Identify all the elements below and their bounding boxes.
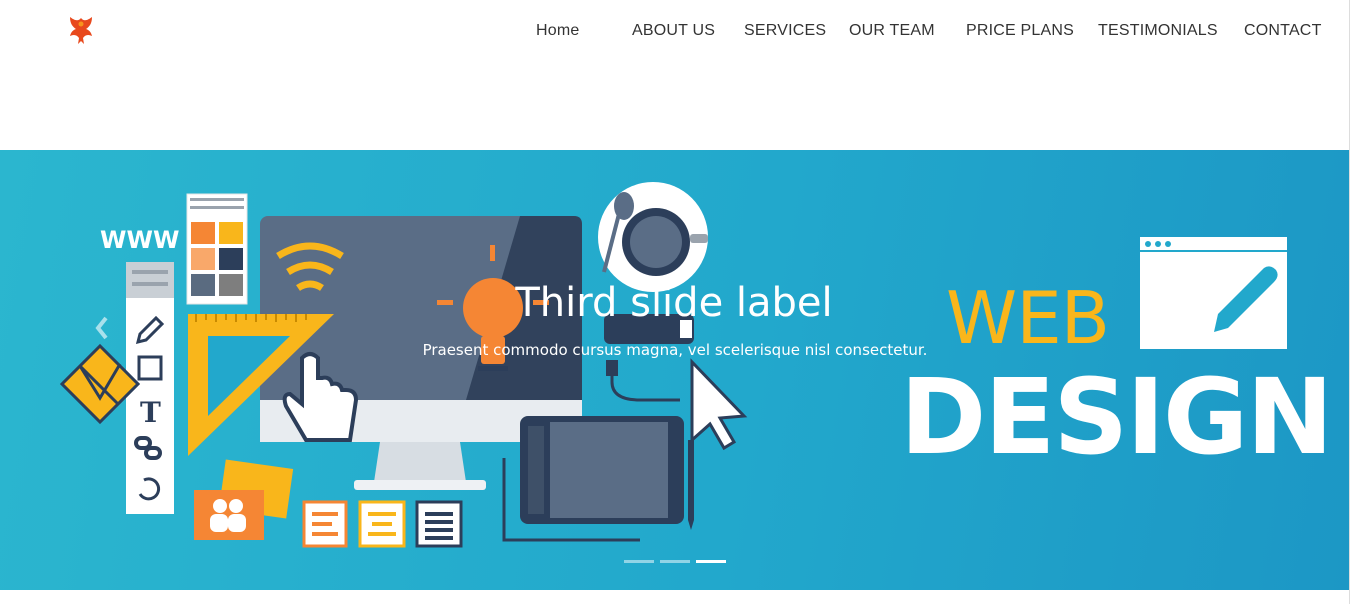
document-cards-icon xyxy=(302,500,463,548)
carousel-indicator-2[interactable] xyxy=(660,560,690,563)
svg-text:T: T xyxy=(140,396,161,429)
carousel-caption-text: Praesent commodo cursus magna, vel scele… xyxy=(422,341,928,359)
navbar: Home ABOUT US SERVICES OUR TEAM PRICE PL… xyxy=(0,0,1350,150)
drawing-tablet-icon xyxy=(502,416,694,542)
nav-about-us[interactable]: ABOUT US xyxy=(632,22,715,40)
photos-icon xyxy=(194,459,294,540)
phoenix-logo-icon[interactable] xyxy=(64,14,98,48)
nav-our-team[interactable]: OUR TEAM xyxy=(849,22,935,40)
nav-services[interactable]: SERVICES xyxy=(744,22,826,40)
nav-home[interactable]: Home xyxy=(536,22,579,40)
carousel-indicator-3[interactable] xyxy=(696,560,726,563)
carousel-indicator-1[interactable] xyxy=(624,560,654,563)
chevron-left-icon xyxy=(95,316,108,340)
design-text: DESIGN xyxy=(900,356,1333,478)
www-text: WWW xyxy=(100,226,180,254)
nav-testimonials[interactable]: TESTIMONIALS xyxy=(1098,22,1218,40)
carousel-caption-title: Third slide label xyxy=(515,280,833,326)
hero-carousel: T WWW WEB DESIGN Third slide label Praes… xyxy=(0,150,1350,590)
cursor-arrow-icon xyxy=(690,358,748,451)
carousel-prev-button[interactable] xyxy=(92,314,112,342)
nav-price-plans[interactable]: PRICE PLANS xyxy=(966,22,1074,40)
nav-contact[interactable]: CONTACT xyxy=(1244,22,1322,40)
coffee-cup-icon xyxy=(598,182,708,292)
